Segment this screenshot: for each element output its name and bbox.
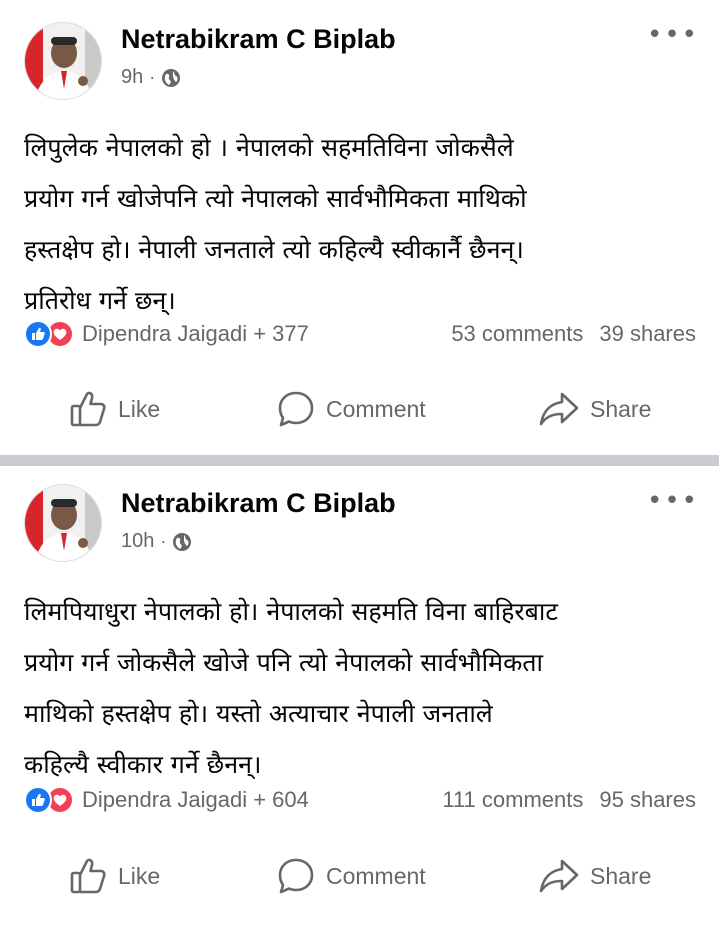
- globe-icon: [161, 68, 181, 88]
- thumbs-up-icon: [68, 389, 108, 429]
- avatar-image: [25, 23, 101, 99]
- post-text: लिमपियाधुरा नेपालको हो। नेपालको सहमति वि…: [24, 586, 704, 790]
- post-text-line: हस्तक्षेप हो। नेपाली जनताले त्यो कहिल्यै…: [24, 235, 524, 264]
- avatar-image: [25, 485, 101, 561]
- engagement-counts: 53 comments 39 shares: [451, 321, 696, 347]
- post-stats: Dipendra Jaigadi + 604 111 comments 95 s…: [24, 782, 696, 818]
- engagement-counts: 111 comments 95 shares: [442, 787, 696, 813]
- comments-count[interactable]: 111 comments: [442, 787, 583, 813]
- share-arrow-icon: [538, 856, 580, 896]
- post-time[interactable]: 9h: [121, 66, 143, 89]
- like-reaction-icon: [24, 786, 52, 814]
- post-text-line: लिपुलेक नेपालको हो । नेपालको सहमतिविना ज…: [24, 133, 514, 162]
- thumbs-up-icon: [68, 856, 108, 896]
- meta-separator: ·: [149, 67, 156, 87]
- more-options-icon[interactable]: •••: [647, 22, 699, 48]
- reaction-icons[interactable]: [24, 320, 74, 348]
- like-button[interactable]: Like: [68, 389, 160, 429]
- post-text-line: माथिको हस्तक्षेप हो। यस्तो अत्याचार नेपा…: [24, 699, 493, 728]
- comments-count[interactable]: 53 comments: [451, 321, 583, 347]
- globe-icon: [172, 532, 192, 552]
- comment-label: Comment: [326, 395, 426, 422]
- post-card: Netrabikram C Biplab 9h · ••• लिपुलेक ने…: [0, 0, 719, 455]
- more-options-icon[interactable]: •••: [647, 488, 699, 514]
- post-time[interactable]: 10h: [121, 530, 154, 553]
- post-meta: 9h ·: [121, 66, 181, 89]
- post-meta: 10h ·: [121, 530, 192, 553]
- comment-button[interactable]: Comment: [276, 856, 426, 896]
- share-label: Share: [590, 395, 652, 422]
- like-reaction-icon: [24, 320, 52, 348]
- post-divider: [0, 455, 719, 466]
- like-label: Like: [118, 395, 161, 422]
- speech-bubble-icon: [276, 389, 316, 429]
- speech-bubble-icon: [276, 856, 316, 896]
- post-card: Netrabikram C Biplab 10h · ••• लिमपियाधु…: [0, 466, 719, 925]
- shares-count[interactable]: 39 shares: [599, 321, 696, 347]
- reactions-summary[interactable]: Dipendra Jaigadi + 377: [82, 321, 309, 347]
- shares-count[interactable]: 95 shares: [599, 787, 696, 813]
- share-button[interactable]: Share: [538, 389, 651, 429]
- author-avatar[interactable]: [24, 22, 102, 100]
- post-text-line: लिमपियाधुरा नेपालको हो। नेपालको सहमति वि…: [24, 597, 559, 626]
- like-button[interactable]: Like: [68, 856, 160, 896]
- comment-button[interactable]: Comment: [276, 389, 426, 429]
- like-label: Like: [118, 862, 161, 889]
- news-feed: Netrabikram C Biplab 9h · ••• लिपुलेक ने…: [0, 0, 719, 925]
- post-text-line: प्रयोग गर्न जोकसैले खोजे पनि त्यो नेपालक…: [24, 648, 544, 677]
- author-name[interactable]: Netrabikram C Biplab: [121, 24, 396, 55]
- post-text: लिपुलेक नेपालको हो । नेपालको सहमतिविना ज…: [24, 122, 704, 326]
- author-name[interactable]: Netrabikram C Biplab: [121, 488, 396, 519]
- share-button[interactable]: Share: [538, 856, 651, 896]
- reaction-icons[interactable]: [24, 786, 74, 814]
- share-label: Share: [590, 862, 652, 889]
- post-text-line: प्रयोग गर्न खोजेपनि त्यो नेपालको सार्वभौ…: [24, 184, 527, 213]
- post-actions: Like Comment Share: [0, 386, 719, 432]
- share-arrow-icon: [538, 389, 580, 429]
- reactions-summary[interactable]: Dipendra Jaigadi + 604: [82, 787, 309, 813]
- author-avatar[interactable]: [24, 484, 102, 562]
- post-stats: Dipendra Jaigadi + 377 53 comments 39 sh…: [24, 316, 696, 352]
- meta-separator: ·: [160, 531, 167, 551]
- post-actions: Like Comment Share: [0, 853, 719, 899]
- comment-label: Comment: [326, 862, 426, 889]
